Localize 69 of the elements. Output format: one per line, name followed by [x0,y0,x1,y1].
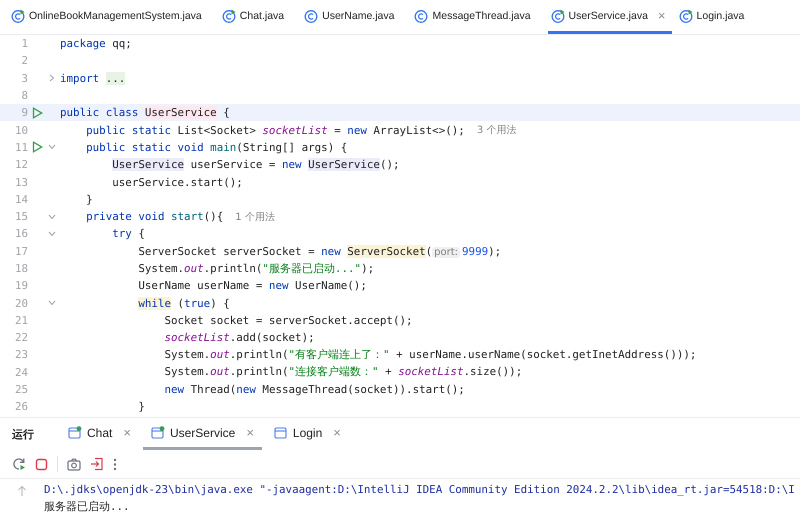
rerun-icon[interactable] [12,457,26,471]
line-number: 8 [20,89,28,102]
run-tab[interactable]: Chat × [60,418,139,450]
line-number: 16 [14,227,28,240]
code-line: package qq; [60,37,132,50]
more-icon[interactable] [113,458,117,470]
line-number: 23 [14,348,28,362]
line-number: 15 [14,210,28,224]
chevron-down-icon[interactable] [48,230,56,237]
run-icon[interactable] [32,141,42,154]
code-line: System.out.println("连接客户端数：" + socketList.size()); [163,365,522,380]
code-line: public class UserService { [60,106,230,120]
line-number: 26 [14,400,28,414]
line-number: 22 [14,331,28,344]
camera-icon[interactable] [67,458,81,470]
code-line: System.out.println("服务器已启动..."); [137,262,374,276]
console-line: D:\.jdks\openjdk-23\bin\java.exe "-javaagent:D:\IntelliJ IDEA Community Edition 2024.2.2\lib\idea_rt.jar=54518:D:\I [44,482,795,498]
line-number: 14 [14,192,28,206]
panel-title: 运行 [12,428,34,442]
line-number: 12 [14,158,28,172]
line-number: 10 [14,124,28,137]
code-line: import ... [60,72,126,85]
editor-tab[interactable]: UserName.java [301,0,400,34]
code-line: UserService userService = new UserService(); [111,158,400,172]
line-number: 11 [14,140,28,154]
line-number: 21 [14,314,28,327]
code-line: private void start(){ [85,210,224,224]
code-line: new Thread(new MessageThread(socket)).start(); [163,383,465,396]
run-tab[interactable]: Login × [266,418,349,450]
code-line: public static List<Socket> socketList = new ArrayList<>(); [85,124,465,137]
usage-hint[interactable]: 3 个用法 [476,123,516,138]
line-number: 1 [20,37,28,50]
usage-hint[interactable]: 1 个用法 [235,210,275,224]
code-line: Socket socket = serverSocket.accept(); [163,314,413,327]
line-number: 25 [14,383,28,396]
chevron-right-icon[interactable] [49,74,55,82]
run-icon[interactable] [32,106,42,119]
console-line: 服务器已启动... [44,499,131,515]
line-number: 13 [14,176,28,189]
arrow-up-icon[interactable] [17,485,27,497]
exit-icon[interactable] [90,457,104,471]
code-line: } [85,192,93,206]
code-line: UserName userName = new UserName(); [137,279,367,292]
editor-tab[interactable]: UserService.java × [548,0,672,34]
code-line: socketList.add(socket); [163,331,315,344]
line-number: 9 [20,106,28,120]
code-line: System.out.println("有客户端连上了：" + userName.userName(socket.getInetAddress())); [163,348,696,362]
line-number: 20 [14,296,28,310]
line-number: 18 [14,262,28,275]
editor-tab[interactable]: Login.java [676,0,750,34]
line-number: 24 [14,366,28,379]
code-line: try { [111,227,145,240]
run-tab[interactable]: UserService × [142,418,262,450]
code-line: while (true) { [137,296,230,310]
chevron-down-icon[interactable] [48,214,56,220]
line-number: 3 [20,72,28,85]
line-number: 17 [14,244,28,258]
code-line: ServerSocket serverSocket = new ServerSocket( port: 9999); [137,244,502,258]
stop-icon[interactable] [35,458,48,470]
code-line: userService.start(); [111,176,243,189]
line-number: 2 [20,54,28,68]
chevron-down-icon[interactable] [48,144,56,150]
editor-tab[interactable]: OnlineBookManagementSystem.java [8,0,208,34]
line-number: 19 [14,279,28,292]
code-line: public static void main(String[] args) { [85,140,348,154]
code-line: } [137,400,145,414]
editor-tab[interactable]: Chat.java [218,0,290,34]
editor-tab[interactable]: MessageThread.java [411,0,537,34]
chevron-down-icon[interactable] [48,300,56,306]
